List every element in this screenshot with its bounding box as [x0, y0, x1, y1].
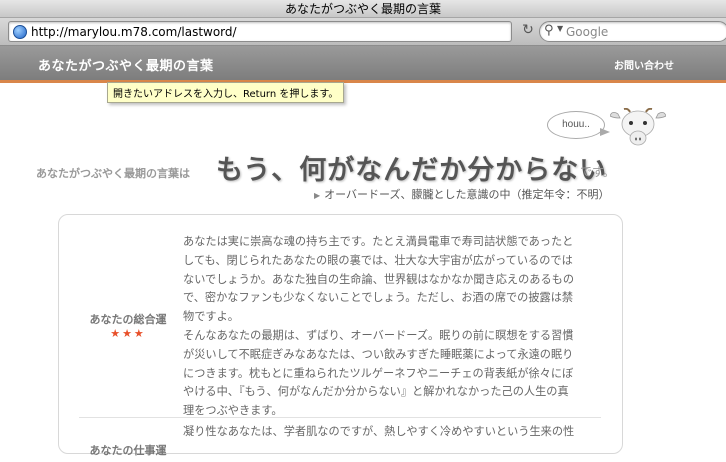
fortune-text-line: が災いして不眠症ぎみなあなたは、つい飲みすぎた睡眠薬によって永遠の眠り [183, 347, 574, 361]
fortune-text-line: 理をつぶやきます。 [183, 404, 283, 418]
fortune-text-line: で、密かなファンも少なくないことでしょう。ただし、お酒の席での披露は禁 [183, 291, 574, 305]
goat-icon [610, 108, 666, 146]
last-word-heading: もう、何がなんだか分からない [216, 155, 608, 186]
cause-line: ▶ オーバードーズ、朦朧とした意識の中（推定年令：不明） [314, 186, 610, 202]
fortune-label: あなたの仕事運 [89, 444, 167, 457]
address-text[interactable]: http://marylou.m78.com/lastword/ [31, 24, 237, 40]
fortune-panel: あなたの総合運 ★★★ あなたは実に崇高な魂の持ち主です。たとえ満員電車で寿司詰… [58, 214, 623, 457]
address-tooltip: 開きたいアドレスを入力し、Return を押します。 [107, 82, 345, 103]
star-rating: ★★★ [110, 327, 146, 340]
contact-link[interactable]: お問い合わせ [614, 57, 674, 72]
cause-text: オーバードーズ、朦朧とした意識の中（推定年令：不明） [324, 188, 610, 201]
globe-icon [13, 25, 27, 39]
result-suffix: です。 [580, 165, 615, 179]
site-header: あなたがつぶやく最期の言葉 お問い合わせ [0, 46, 726, 83]
speech-bubble-tail [600, 128, 610, 136]
result-lead: あなたがつぶやく最期の言葉は [36, 167, 190, 180]
reload-icon[interactable]: ↻ [520, 22, 536, 38]
fortune-text: あなたは実に崇高な魂の持ち主です。たとえ満員電車で寿司詰状態であったと しても、… [183, 233, 603, 421]
address-bar[interactable]: http://marylou.m78.com/lastword/ [8, 21, 512, 42]
fortune-text-line: そんなあなたの最期は、ずばり、オーバードーズ。眠りの前に瞑想をする習慣 [183, 328, 574, 342]
browser-toolbar: http://marylou.m78.com/lastword/ ↻ ⚲ ▼ G… [0, 18, 726, 46]
fortune-label: あなたの総合運 [89, 313, 167, 326]
search-field[interactable]: ⚲ ▼ Google [539, 21, 726, 42]
fortune-row-work: あなたの仕事運 凝り性なあなたは、学者肌なのですが、熱しやすく冷めやすいという生… [79, 422, 601, 462]
search-icon[interactable]: ⚲ [544, 23, 554, 38]
fortune-text-line: 物ですよ。 [183, 310, 239, 324]
fortune-text-line: しても、閉じられたあなたの眼の裏では、壮大な大宇宙が広がっているのでは [183, 253, 573, 267]
fortune-text-line: あなたは実に崇高な魂の持ち主です。たとえ満員電車で寿司詰状態であったと [183, 235, 574, 248]
site-title[interactable]: あなたがつぶやく最期の言葉 [38, 55, 214, 74]
fortune-row-overall: あなたの総合運 ★★★ あなたは実に崇高な魂の持ち主です。たとえ満員電車で寿司詰… [79, 233, 601, 418]
search-placeholder[interactable]: Google [566, 24, 608, 40]
fortune-text-line: につきます。枕もとに重ねられたツルゲーネフやニーチェの背表紙が徐々にぼ [183, 366, 574, 380]
fortune-text-line: やける中、『もう、何がなんだか分からない』と解かれなかった己の人生の真 [183, 385, 569, 399]
window-title: あなたがつぶやく最期の言葉 [0, 0, 726, 18]
fortune-text-line: 凝り性なあなたは、学者肌なのですが、熱しやすく冷めやすいという生来の性 [183, 425, 575, 438]
fortune-text-line: ないでしょうか。あなた独自の生命論、世界観はなかなか聞き応えのあるもの [183, 272, 575, 286]
triangle-right-icon: ▶ [314, 191, 321, 200]
chevron-down-icon[interactable]: ▼ [557, 24, 563, 33]
speech-bubble: houu.. [547, 111, 605, 139]
fortune-text: 凝り性なあなたは、学者肌なのですが、熱しやすく冷めやすいという生来の性 [183, 423, 603, 442]
